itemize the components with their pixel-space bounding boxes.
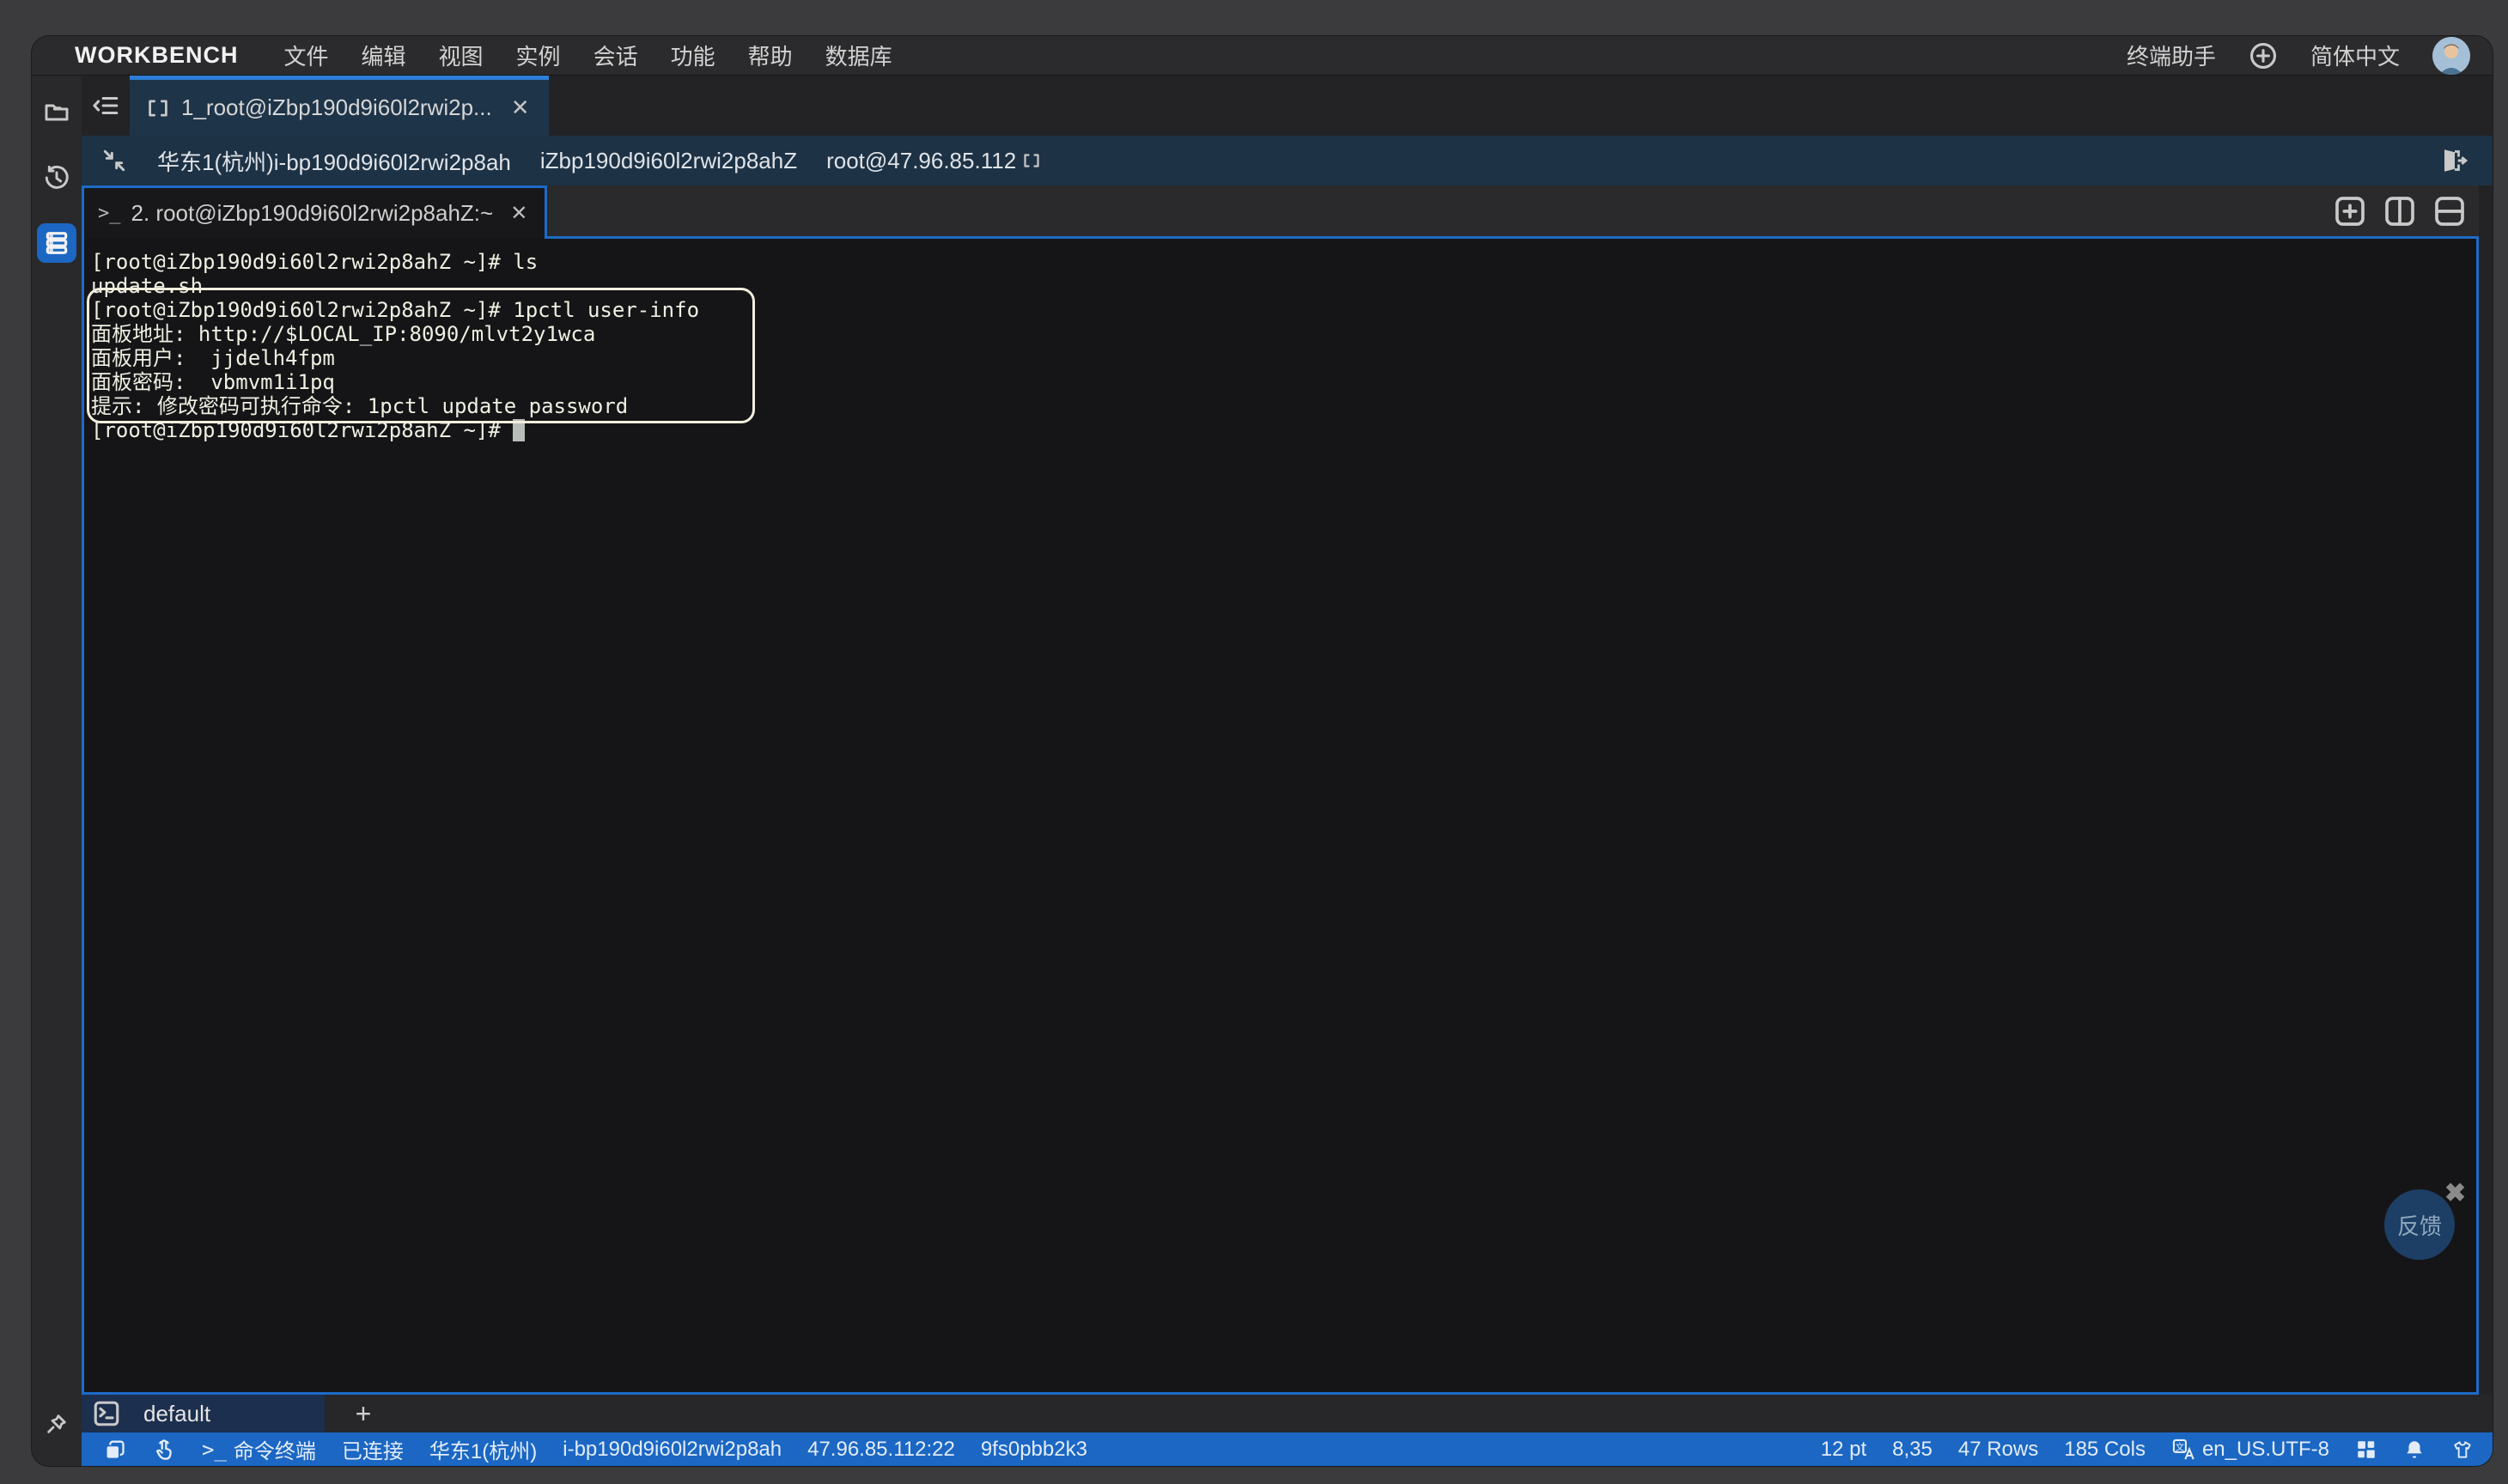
- session-brackets-icon: [1021, 152, 1042, 169]
- status-session-id[interactable]: 9fs0pbb2k3: [981, 1438, 1087, 1462]
- terminal-cursor: [513, 419, 525, 441]
- session-tab-1[interactable]: 1_root@iZbp190d9i60l2rwi2p... ✕: [130, 76, 549, 136]
- pin-icon[interactable]: [37, 1404, 76, 1444]
- menu-view[interactable]: 视图: [439, 40, 484, 71]
- status-instance-id[interactable]: i-bp190d9i60l2rwi2p8ah: [563, 1438, 782, 1462]
- collapse-tabs-icon[interactable]: [82, 76, 130, 136]
- workspace-tab-bar: default +: [82, 1395, 2493, 1432]
- menu-session[interactable]: 会话: [594, 40, 638, 71]
- new-terminal-icon[interactable]: [2333, 194, 2367, 228]
- activity-sidebar: [32, 76, 82, 1466]
- status-rows[interactable]: 47 Rows: [1958, 1438, 2038, 1462]
- terminal-tab-bar: >_ 2. root@iZbp190d9i60l2rwi2p8ahZ:~ ✕: [82, 186, 2479, 239]
- menu-database[interactable]: 数据库: [825, 40, 892, 71]
- close-terminal-tab-icon[interactable]: ✕: [510, 201, 527, 226]
- apps-grid-icon[interactable]: [2355, 1438, 2377, 1461]
- status-encoding[interactable]: 文 en_US.UTF-8: [2171, 1438, 2329, 1462]
- history-icon[interactable]: [37, 158, 76, 198]
- notifications-bell-icon[interactable]: [2403, 1438, 2426, 1461]
- status-bar: >_ 命令终端 已连接 华东1(杭州) i-bp190d9i60l2rwi2p8…: [82, 1432, 2493, 1466]
- region-instance-label: 华东1(杭州)i-bp190d9i60l2rwi2p8ah: [157, 145, 511, 177]
- terminal-window-icon: [92, 1399, 121, 1428]
- menu-edit[interactable]: 编辑: [362, 40, 406, 71]
- hostname-label: iZbp190d9i60l2rwi2p8ahZ: [540, 148, 797, 174]
- compress-icon[interactable]: [100, 147, 128, 174]
- status-region[interactable]: 华东1(杭州): [429, 1434, 537, 1464]
- touch-mode-icon[interactable]: [152, 1438, 176, 1462]
- terminal-screen[interactable]: [root@iZbp190d9i60l2rwi2p8ahZ ~]# ls upd…: [82, 239, 2479, 1395]
- split-vertical-icon[interactable]: [2383, 194, 2417, 228]
- session-tab-label: 1_root@iZbp190d9i60l2rwi2p...: [181, 94, 492, 121]
- theme-shirt-icon[interactable]: [2451, 1438, 2474, 1461]
- menu-function[interactable]: 功能: [671, 40, 715, 71]
- workspace-tab-label: default: [143, 1401, 210, 1427]
- workspace-tab-default[interactable]: default: [82, 1395, 325, 1432]
- app-brand: WORKBENCH: [75, 42, 239, 69]
- session-tab-bar: 1_root@iZbp190d9i60l2rwi2p... ✕: [82, 76, 2493, 136]
- workbench-window: WORKBENCH 文件 编辑 视图 实例 会话 功能 帮助 数据库 终端助手 …: [32, 36, 2493, 1466]
- add-workspace-button[interactable]: +: [325, 1395, 402, 1432]
- status-cursor-position[interactable]: 8,35: [1892, 1438, 1933, 1462]
- disconnect-icon[interactable]: [2439, 145, 2470, 176]
- terminal-line: 面板地址: http://$LOCAL_IP:8090/mlvt2y1wca: [91, 322, 2469, 346]
- terminal-prompt-line: [root@iZbp190d9i60l2rwi2p8ahZ ~]#: [91, 418, 2469, 442]
- terminal-line: [root@iZbp190d9i60l2rwi2p8ahZ ~]# ls: [91, 250, 2469, 274]
- terminal-line: 面板密码: vbmvm1i1pq: [91, 370, 2469, 394]
- status-ip-port[interactable]: 47.96.85.112:22: [807, 1438, 955, 1462]
- close-session-tab-icon[interactable]: ✕: [511, 94, 530, 121]
- language-selector[interactable]: 简体中文: [2310, 40, 2400, 71]
- terminal-pane: >_ 2. root@iZbp190d9i60l2rwi2p8ahZ:~ ✕: [82, 186, 2479, 1395]
- user-address-label: root@47.96.85.112: [826, 148, 1042, 174]
- copy-icon[interactable]: [102, 1438, 126, 1462]
- terminal-line: [root@iZbp190d9i60l2rwi2p8ahZ ~]# 1pctl …: [91, 298, 2469, 322]
- feedback-button[interactable]: 反馈: [2384, 1189, 2455, 1260]
- terminal-line: 提示: 修改密码可执行命令: 1pctl update password: [91, 394, 2469, 418]
- menu-bar: WORKBENCH 文件 编辑 视图 实例 会话 功能 帮助 数据库 终端助手 …: [32, 36, 2493, 76]
- translate-icon: 文: [2171, 1438, 2195, 1462]
- status-cols[interactable]: 185 Cols: [2064, 1438, 2146, 1462]
- session-brackets-icon: [145, 97, 171, 119]
- terminal-prompt-icon: >_: [202, 1438, 227, 1462]
- split-horizontal-icon[interactable]: [2432, 194, 2467, 228]
- connection-bar: 华东1(杭州)i-bp190d9i60l2rwi2p8ah iZbp190d9i…: [82, 136, 2493, 186]
- terminal-assistant-button[interactable]: 终端助手: [2127, 40, 2216, 71]
- menu-instance[interactable]: 实例: [516, 40, 561, 71]
- terminal-tab-label: 2. root@iZbp190d9i60l2rwi2p8ahZ:~: [131, 200, 494, 227]
- user-avatar[interactable]: [2432, 37, 2470, 75]
- file-explorer-icon[interactable]: [37, 93, 76, 132]
- status-font-size[interactable]: 12 pt: [1821, 1438, 1866, 1462]
- terminal-line: update.sh: [91, 274, 2469, 298]
- terminal-prompt-icon: >_: [98, 203, 121, 224]
- menu-file[interactable]: 文件: [284, 40, 329, 71]
- status-terminal-type[interactable]: >_ 命令终端: [202, 1434, 316, 1464]
- add-session-icon[interactable]: [2249, 41, 2278, 70]
- server-panel-icon[interactable]: [37, 223, 76, 263]
- menu-help[interactable]: 帮助: [748, 40, 793, 71]
- terminal-line: 面板用户: jjdelh4fpm: [91, 346, 2469, 370]
- svg-text:文: 文: [2176, 1441, 2185, 1452]
- terminal-tab[interactable]: >_ 2. root@iZbp190d9i60l2rwi2p8ahZ:~ ✕: [82, 186, 547, 239]
- status-connection-state[interactable]: 已连接: [342, 1434, 404, 1464]
